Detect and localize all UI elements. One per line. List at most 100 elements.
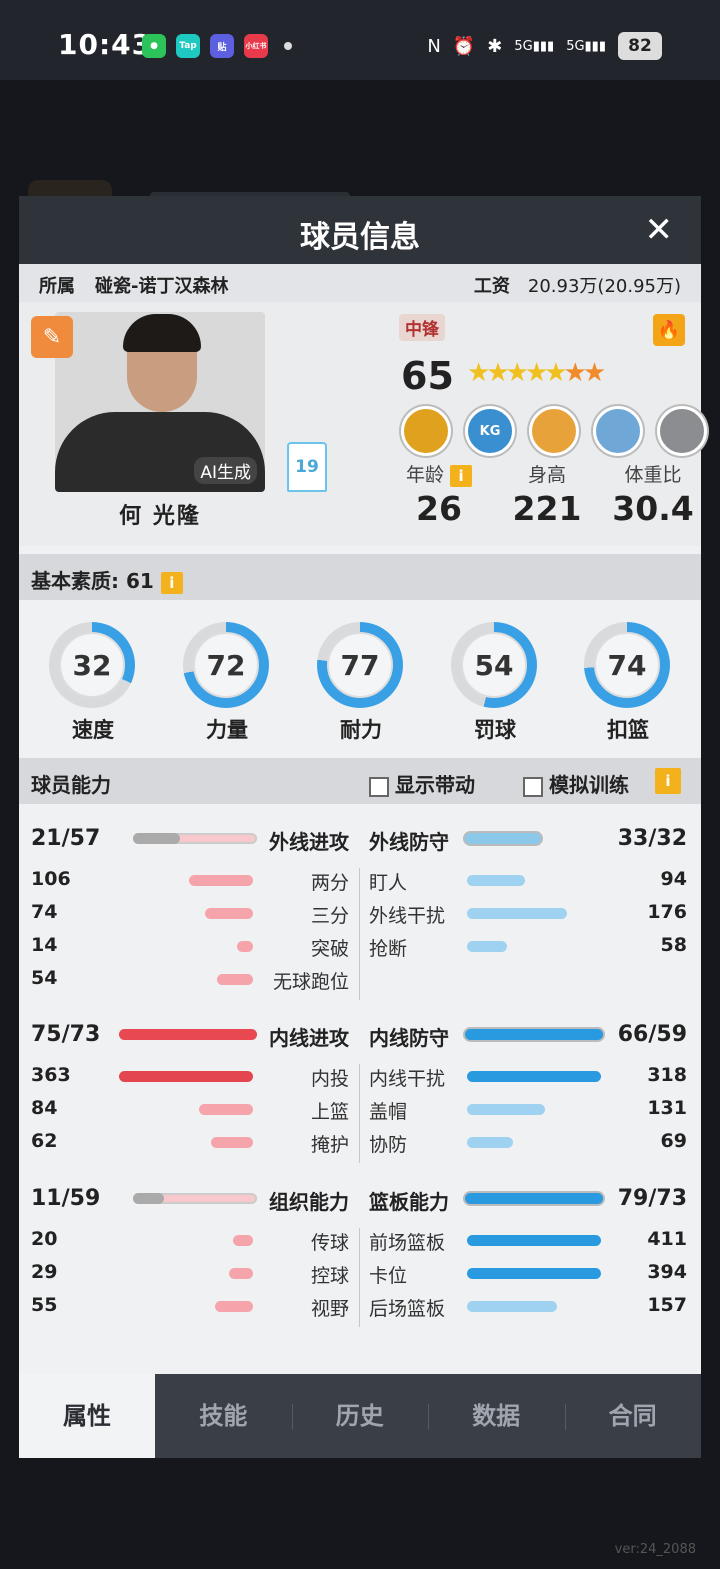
ability-list: 21/57 外线进攻 外线防守 33/32 106 两分 盯人 94 74 三分 外线干扰 176 14… — [19, 816, 701, 1376]
stat-label: 力量 — [206, 718, 248, 742]
sim-training-checkbox[interactable]: 模拟训练 — [523, 769, 629, 798]
tab-2[interactable]: 历史 — [292, 1374, 428, 1458]
stat-bar — [119, 1071, 253, 1082]
stat-name: 内线干扰 — [369, 1068, 446, 1090]
stat-value: 157 — [647, 1294, 687, 1316]
kg-icon[interactable]: KG — [465, 406, 515, 456]
ability-row: 363 内投 内线干扰 318 — [19, 1064, 701, 1094]
stat-circle: 54 罚球 — [451, 622, 539, 744]
salary-value: 20.93万(20.95万) — [527, 276, 681, 297]
basic-quality-bar: 基本素质: 61 i — [19, 554, 701, 600]
team-label: 所属 — [39, 276, 75, 297]
tab-4[interactable]: 合同 — [565, 1374, 701, 1458]
star-half-icon: ★ — [563, 358, 587, 388]
stat-value: 106 — [31, 868, 71, 890]
position-tag: 中锋 — [399, 314, 445, 341]
stat-name: 盯人 — [369, 872, 408, 894]
info-icon[interactable]: i — [160, 571, 183, 594]
star-icon: ★ — [524, 358, 548, 388]
alarm-icon: ⏰ — [452, 35, 476, 57]
wechat-icon: ● — [142, 34, 166, 58]
group-name: 组织能力 — [269, 1190, 349, 1214]
info-bar: 所属 碰瓷-诺丁汉森林 工资 20.93万(20.95万) — [19, 264, 701, 302]
group-name: 外线进攻 — [269, 830, 349, 854]
stat-bar — [229, 1268, 253, 1279]
stat-name: 掩护 — [310, 1134, 349, 1156]
height-label: 身高 — [527, 464, 566, 486]
ability-bar: 球员能力 显示带动 模拟训练 i — [19, 758, 701, 804]
basic-quality-label: 基本素质: 61 — [31, 569, 154, 593]
player-portrait: AI生成 — [55, 312, 265, 492]
stat-name: 前场篮板 — [369, 1232, 446, 1254]
group-name: 外线防守 — [369, 830, 449, 854]
tab-3[interactable]: 数据 — [428, 1374, 564, 1458]
nfc-icon: N — [427, 35, 441, 57]
ability-row: 74 三分 外线干扰 176 — [19, 901, 701, 931]
overall-rating: 65 — [401, 354, 454, 398]
info-icon[interactable]: i — [655, 768, 681, 794]
ability-group-header: 75/73 内线进攻 内线防守 66/59 — [19, 1022, 701, 1052]
tab-1[interactable]: 技能 — [155, 1374, 291, 1458]
signal-icon-2: 5G▮▮▮ — [566, 38, 606, 54]
stat-name: 两分 — [310, 872, 349, 894]
fire-button[interactable]: 🔥 — [653, 314, 685, 346]
stat-circle: 72 力量 — [183, 622, 271, 744]
stat-name: 三分 — [310, 905, 349, 927]
status-right: N ⏰ ✱ 5G▮▮▮ 5G▮▮▮ 82 — [427, 32, 662, 60]
stat-value: 72 — [193, 632, 259, 698]
stat-bar — [211, 1137, 253, 1148]
stat-circle: 74 扣篮 — [584, 622, 672, 744]
modal-header: 球员信息 ✕ — [19, 196, 701, 264]
stat-label: 罚球 — [474, 718, 516, 742]
stat-name: 协防 — [369, 1134, 408, 1156]
group-value: 66/59 — [617, 1022, 687, 1047]
ability-row: 106 两分 盯人 94 — [19, 868, 701, 898]
stat-circle: 32 速度 — [49, 622, 137, 744]
tab-0[interactable]: 属性 — [19, 1374, 155, 1458]
info-icon[interactable]: i — [450, 464, 473, 487]
star-icon: ★ — [486, 358, 509, 388]
column-divider — [359, 1064, 360, 1163]
stat-value: 62 — [31, 1130, 58, 1152]
age-label: 年龄 — [405, 464, 444, 486]
close-button[interactable]: ✕ — [645, 210, 674, 250]
modal-title: 球员信息 — [300, 220, 420, 255]
stat-name: 视野 — [310, 1298, 349, 1320]
ability-row: 55 视野 后场篮板 157 — [19, 1294, 701, 1324]
age-value: 26 — [416, 489, 462, 528]
stat-value: 318 — [647, 1064, 687, 1086]
stat-name: 外线干扰 — [369, 905, 446, 927]
stat-label: 扣篮 — [607, 718, 649, 742]
medal-icon[interactable] — [401, 406, 451, 456]
tab-bar: 属性 技能 历史 数据 合同 — [19, 1374, 701, 1458]
lightning-icon[interactable] — [529, 406, 579, 456]
stat-name: 控球 — [310, 1265, 349, 1287]
stat-circle: 77 耐力 — [317, 622, 405, 744]
edit-profile-button[interactable]: ✎ — [31, 316, 73, 358]
player-info-modal: 球员信息 ✕ 所属 碰瓷-诺丁汉森林 工资 20.93万(20.95万) AI生成 … — [19, 196, 707, 1458]
star-icon: ★ — [467, 358, 490, 388]
stat-value: 363 — [31, 1064, 71, 1086]
player-profile: AI生成 ✎ 19 何 光隆 中锋 🔥 65 ★★★★★★★ KG 年龄 i 2… — [19, 302, 707, 546]
stat-bar — [467, 1071, 601, 1082]
stat-bar — [467, 908, 567, 919]
more-dot-icon — [284, 42, 292, 50]
show-drive-checkbox[interactable]: 显示带动 — [369, 769, 475, 798]
stat-bar — [189, 875, 253, 886]
status-app-icons: ● Tap 贴 小红书 — [142, 34, 292, 58]
star-icon: ★ — [544, 358, 567, 388]
block-icon[interactable] — [593, 406, 643, 456]
xiaohongshu-icon: 小红书 — [244, 34, 268, 58]
stat-value: 69 — [660, 1130, 687, 1152]
stat-value: 14 — [31, 934, 58, 956]
locked-hex-icon[interactable] — [657, 406, 707, 456]
bmi-value: 30.4 — [612, 489, 694, 528]
stat-value: 54 — [31, 967, 58, 989]
flame-icon: 🔥 — [657, 319, 681, 341]
height-block: 身高 221 — [497, 460, 597, 528]
jersey-number: 19 — [287, 442, 327, 492]
tieba-icon: 贴 — [210, 34, 234, 58]
ability-row: 14 突破 抢断 58 — [19, 934, 701, 964]
stat-bar — [467, 1268, 601, 1279]
stat-bar — [467, 1137, 513, 1148]
